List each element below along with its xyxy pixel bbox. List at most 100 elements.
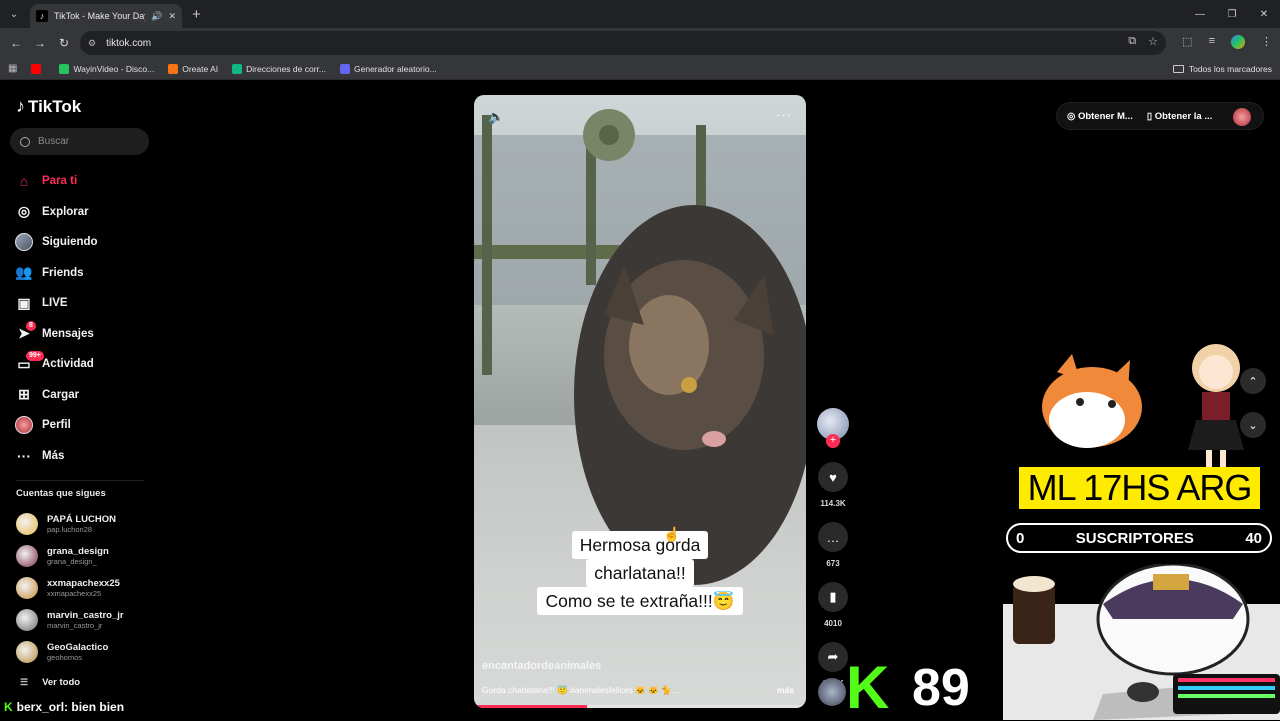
creator-avatar[interactable]: + <box>817 408 849 448</box>
sidebar-item-perfil[interactable]: Perfil <box>14 410 154 441</box>
shiba-sticker-image <box>1042 354 1142 448</box>
sidebar-item-explorar[interactable]: ◎ Explorar <box>14 197 154 228</box>
following-account-item[interactable]: GeoGalactico geohomos <box>16 636 156 668</box>
sidebar-item-label: Friends <box>42 266 84 279</box>
bookmark-icon[interactable]: ▮ <box>818 582 848 612</box>
speaker-icon[interactable]: 🔊 <box>151 11 162 22</box>
bookmarks-bar: ▦ WayinVideo - Disco... Oreate AI Direccio… <box>0 58 1280 80</box>
bookmark-star-icon[interactable]: ☆ <box>1148 35 1158 48</box>
save-count: 4010 <box>824 619 842 628</box>
tiktok-logo[interactable]: ♪ TikTok <box>16 96 81 117</box>
upload-icon: ⊞ <box>18 386 30 403</box>
bookmark-item[interactable] <box>31 63 45 74</box>
sidebar-item-mensajes[interactable]: ➤ 8 Mensajes <box>14 319 154 350</box>
sidebar-item-label: Perfil <box>42 419 71 432</box>
following-account-item[interactable]: xxmapachexx25 xxmapachexx25 <box>16 572 156 604</box>
heart-icon[interactable]: ♥ <box>818 462 848 492</box>
caption-line: Como se te extraña!!!😇 <box>537 587 743 615</box>
site-info-icon[interactable]: ⚙ <box>88 38 96 49</box>
account-name: xxmapachexx25 <box>47 578 120 589</box>
comment-action[interactable]: … 673 <box>814 522 852 568</box>
bookmark-item[interactable]: Direcciones de corr... <box>232 63 326 74</box>
see-all-button[interactable]: ☰ Ver todo <box>20 677 80 688</box>
kick-logo-icon: K <box>846 654 890 721</box>
account-username: marvin_castro_jr <box>47 621 103 630</box>
subs-current: 0 <box>1016 529 1025 547</box>
all-bookmarks[interactable]: Todos los marcadores <box>1172 64 1272 74</box>
profile-icon <box>14 415 34 435</box>
video-progress-bar[interactable] <box>474 705 806 708</box>
browser-tab-tiktok[interactable]: ♪ TikTok - Make Your Day 🔊 ✕ <box>30 4 182 28</box>
video-frame-image <box>474 109 806 708</box>
tab-search-button[interactable]: ⌄ <box>4 4 24 24</box>
new-tab-button[interactable]: + <box>192 6 201 23</box>
following-account-item[interactable]: marvin_castro_jr marvin_castro_jr <box>16 604 156 636</box>
notification-badge: 8 <box>26 320 36 331</box>
anime-girl-sticker-image <box>1188 344 1244 472</box>
install-app-icon[interactable]: ⧉ <box>1128 35 1136 48</box>
get-app-button[interactable]: ▯ Obtener la ... <box>1147 111 1212 122</box>
extensions-icon[interactable]: ⬚ <box>1182 35 1192 49</box>
sidebar-item-cargar[interactable]: ⊞ Cargar <box>14 380 154 411</box>
comment-icon[interactable]: … <box>818 522 848 552</box>
restore-button[interactable]: ❐ <box>1216 0 1248 28</box>
bookmark-item[interactable]: Generador aleatorio... <box>340 63 437 74</box>
avatar <box>16 577 38 599</box>
bookmark-item[interactable]: Oreate AI <box>168 63 218 74</box>
bookmark-favicon-icon <box>59 63 70 74</box>
bookmark-favicon-icon <box>31 63 42 74</box>
gamer-desk-sticker-image <box>1003 564 1280 720</box>
sidebar-item-friends[interactable]: 👥 Friends <box>14 258 154 289</box>
profile-avatar-icon[interactable] <box>1231 35 1245 49</box>
chat-user: berx_orl <box>16 700 65 714</box>
back-button[interactable]: ← <box>4 36 28 50</box>
mute-icon[interactable]: 🔈 <box>488 109 504 125</box>
sidebar-item-actividad[interactable]: ▭ 99+ Actividad <box>14 349 154 380</box>
sidebar-item-siguiendo[interactable]: Siguiendo <box>14 227 154 258</box>
avatar <box>16 641 38 663</box>
video-username[interactable]: encantadordeanimales <box>482 660 601 672</box>
menu-dots-icon[interactable]: ⋮ <box>1261 35 1272 49</box>
reload-button[interactable]: ↻ <box>52 36 76 50</box>
follow-plus-icon[interactable]: + <box>826 434 840 448</box>
comment-count: 673 <box>826 559 840 568</box>
media-control-icon[interactable]: ≡ <box>1209 35 1215 49</box>
hand-cursor-icon: ☝ <box>663 526 681 542</box>
top-right-actions: ◎ Obtener M... ▯ Obtener la ... <box>1056 102 1264 130</box>
sidebar-item-label: LIVE <box>42 297 68 310</box>
tiktok-note-icon: ♪ <box>16 96 25 116</box>
apps-grid-icon[interactable]: ▦ <box>8 63 17 74</box>
get-coins-button[interactable]: ◎ Obtener M... <box>1067 111 1133 122</box>
avatar <box>16 545 38 567</box>
bookmark-item[interactable]: WayinVideo - Disco... <box>59 63 154 74</box>
avatar <box>16 609 38 631</box>
share-icon[interactable]: ➦ <box>818 642 848 672</box>
window-controls: — ❐ ✕ <box>1184 0 1280 28</box>
address-bar[interactable]: ⚙ tiktok.com ⧉ ☆ <box>80 31 1166 55</box>
music-disc-icon[interactable] <box>818 678 846 706</box>
forward-button[interactable]: → <box>28 36 52 50</box>
following-account-item[interactable]: PAPÁ LUCHON pap.luchon28 <box>16 508 156 540</box>
video-player[interactable]: 🔈 ··· Hermosa gorda charlatana!! Como se t… <box>474 95 806 708</box>
video-description: Gorda charlatana!!! 😇 #animalesfelices 🐱… <box>482 685 682 695</box>
sidebar-item-label: Mensajes <box>42 327 94 340</box>
user-avatar[interactable] <box>1233 108 1251 126</box>
search-input[interactable]: Buscar <box>10 128 149 155</box>
account-username: xxmapachexx25 <box>47 589 102 598</box>
following-account-item[interactable]: grana_design grana_design_ <box>16 540 156 572</box>
more-options-icon[interactable]: ··· <box>776 107 792 122</box>
close-tab-icon[interactable]: ✕ <box>168 11 176 22</box>
sidebar-item-más[interactable]: ··· Más <box>14 441 154 472</box>
like-count: 114.3K <box>820 499 846 508</box>
bookmark-favicon-icon <box>340 63 350 74</box>
browser-tabbar: ⌄ ♪ TikTok - Make Your Day 🔊 ✕ + — ❐ ✕ <box>0 0 1280 28</box>
more-link[interactable]: más <box>777 685 794 695</box>
chat-message: : bien bien <box>64 700 125 714</box>
minimize-button[interactable]: — <box>1184 0 1216 28</box>
like-action[interactable]: ♥ 114.3K <box>814 462 852 508</box>
save-action[interactable]: ▮ 4010 <box>814 582 852 628</box>
sidebar-item-live[interactable]: ▣ LIVE <box>14 288 154 319</box>
tiktok-favicon-icon: ♪ <box>36 10 48 22</box>
close-window-button[interactable]: ✕ <box>1248 0 1280 28</box>
sidebar-item-para-ti[interactable]: ⌂ Para ti <box>14 166 154 197</box>
